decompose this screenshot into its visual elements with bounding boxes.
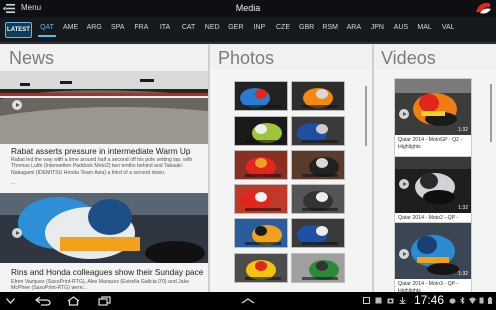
page-title: Media <box>235 3 261 13</box>
round-tab-gbr[interactable]: GBR <box>296 24 318 31</box>
video-thumbnail[interactable]: 1:32 <box>395 79 471 135</box>
round-tab-ara[interactable]: ARA <box>343 24 365 31</box>
round-tab-mal[interactable]: MAL <box>414 24 436 31</box>
news-image-2[interactable] <box>0 193 208 263</box>
photo-thumbnail[interactable] <box>234 150 288 180</box>
round-tab-fra[interactable]: FRA <box>130 24 152 31</box>
video-duration: 1:32 <box>458 205 468 211</box>
app-header: Menu Media <box>0 0 496 17</box>
round-tab-cat[interactable]: CAT <box>178 24 200 31</box>
photo-thumbnail[interactable] <box>234 218 288 248</box>
photo-thumbnail[interactable] <box>234 184 288 214</box>
motogp-logo-icon <box>476 2 491 14</box>
videos-heading: Videos <box>374 45 496 71</box>
recent-apps-icon[interactable] <box>98 296 111 306</box>
clock: 17:46 <box>414 293 445 307</box>
news-summary-2: Efren Vazquez (SaxoPrint-RTG), Alex Marq… <box>11 279 190 292</box>
wifi-icon <box>469 297 476 304</box>
play-icon[interactable] <box>399 109 409 119</box>
photo-thumbnail[interactable] <box>234 253 288 283</box>
round-tab-qat[interactable]: QAT <box>36 24 58 37</box>
round-tab-list: QAT AME ARG SPA FRA ITA CAT NED GER INP CZE GBR RSM A… <box>36 17 496 42</box>
photo-thumbnail[interactable] <box>291 150 345 180</box>
camera-icon <box>387 298 394 304</box>
round-tab-aus[interactable]: AUS <box>390 24 412 31</box>
photos-heading: Photos <box>210 45 372 71</box>
gallery-icon <box>375 297 382 304</box>
news-title-2[interactable]: Rins and Honda colleagues show their Sun… <box>11 267 203 277</box>
video-title: Qatar 2014 - MotoGP - Q2 - Highlights <box>398 137 463 150</box>
video-thumbnail[interactable]: 1:32 <box>395 223 471 279</box>
round-tab-ame[interactable]: AME <box>60 24 82 31</box>
video-duration: 1:32 <box>458 127 468 133</box>
round-tab-ger[interactable]: GER <box>225 24 247 31</box>
round-tab-spa[interactable]: SPA <box>107 24 129 31</box>
photo-thumbnail[interactable] <box>291 116 345 146</box>
video-duration: 1:32 <box>458 271 468 277</box>
play-icon[interactable] <box>399 179 409 189</box>
video-card-1[interactable]: 1:32 Qatar 2014 - MotoGP - Q2 - Highligh… <box>394 78 472 158</box>
news-more-1: ... <box>11 180 16 186</box>
battery-icon <box>479 297 484 304</box>
news-summary-1: Rabat led the way with a time around hal… <box>11 157 193 176</box>
round-tab-jpn[interactable]: JPN <box>366 24 388 31</box>
round-tab-rsm[interactable]: RSM <box>319 24 341 31</box>
round-tabs: LATEST QAT AME ARG SPA FRA ITA CAT NED GER INP CZE… <box>0 17 496 44</box>
back-icon[interactable] <box>35 296 51 306</box>
android-debug-icon <box>449 298 456 304</box>
video-card-3[interactable]: 1:32 Qatar 2014 - Moto3 - QP - Highlight… <box>394 222 472 302</box>
photo-thumbnail[interactable] <box>291 184 345 214</box>
news-heading: News <box>0 45 208 71</box>
screenshot-icon <box>363 297 370 304</box>
photo-thumbnail[interactable] <box>291 218 345 248</box>
latest-button[interactable]: LATEST <box>5 22 32 38</box>
play-icon[interactable] <box>12 228 22 238</box>
photo-thumbnail[interactable] <box>291 81 345 111</box>
photo-thumbnail[interactable] <box>291 253 345 283</box>
round-tab-arg[interactable]: ARG <box>83 24 105 31</box>
home-icon[interactable] <box>67 296 80 306</box>
system-navigation-bar: 17:46 <box>0 292 496 310</box>
round-tab-val[interactable]: VAL <box>437 24 459 31</box>
round-tab-inp[interactable]: INP <box>248 24 270 31</box>
play-icon[interactable] <box>399 249 409 259</box>
news-title-1[interactable]: Rabat asserts pressure in intermediate W… <box>11 146 191 156</box>
video-thumbnail[interactable]: 1:32 <box>395 157 471 213</box>
photos-scrollbar[interactable] <box>365 86 367 146</box>
round-tab-cze[interactable]: CZE <box>272 24 294 31</box>
chevron-down-icon[interactable] <box>6 298 15 304</box>
battery-icon <box>488 297 492 304</box>
videos-scrollbar[interactable] <box>490 84 492 142</box>
bluetooth-icon <box>460 297 465 304</box>
chevron-up-icon[interactable] <box>241 298 255 304</box>
photo-thumbnail[interactable] <box>234 116 288 146</box>
news-image-1[interactable] <box>0 71 208 144</box>
photo-thumbnail[interactable] <box>234 81 288 111</box>
download-icon <box>399 297 406 304</box>
round-tab-ita[interactable]: ITA <box>154 24 176 31</box>
play-icon[interactable] <box>12 100 22 110</box>
round-tab-ned[interactable]: NED <box>201 24 223 31</box>
